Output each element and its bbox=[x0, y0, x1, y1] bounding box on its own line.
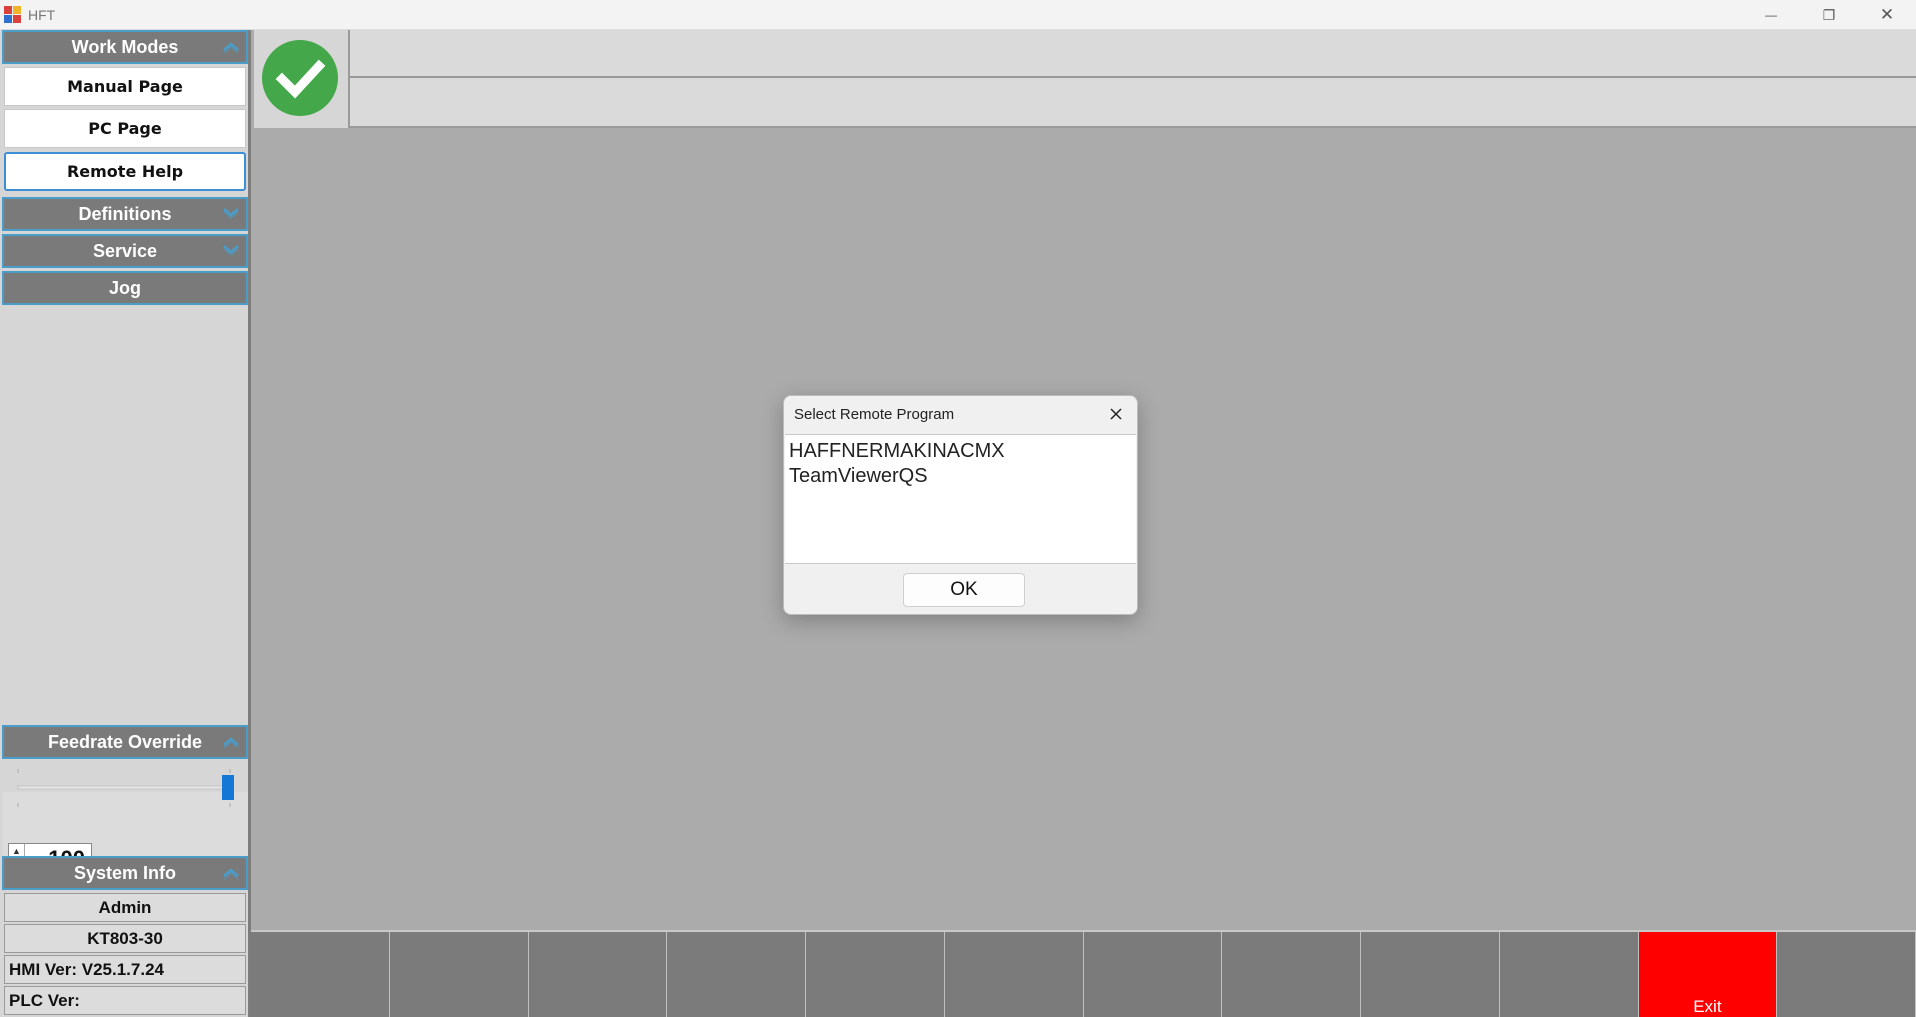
list-item[interactable]: HAFFNERMAKINACMX bbox=[789, 439, 1132, 464]
status-line-2 bbox=[350, 78, 1916, 128]
function-key-10[interactable] bbox=[1499, 932, 1639, 1017]
work-modes-header[interactable]: Work Modes bbox=[2, 30, 248, 64]
function-key-2[interactable] bbox=[389, 932, 529, 1017]
machine-status-panel bbox=[254, 30, 350, 128]
hmi-version: HMI Ver: V25.1.7.24 bbox=[4, 955, 246, 984]
definitions-label: Definitions bbox=[78, 203, 172, 224]
function-key-3[interactable] bbox=[528, 932, 668, 1017]
function-key-12[interactable] bbox=[1777, 932, 1916, 1017]
function-key-1[interactable] bbox=[251, 932, 390, 1017]
plc-version: PLC Ver: bbox=[4, 986, 246, 1015]
system-info-header[interactable]: System Info bbox=[2, 856, 248, 890]
function-key-4[interactable] bbox=[667, 932, 806, 1017]
program-list[interactable]: HAFFNERMAKINACMX TeamViewerQS bbox=[785, 434, 1136, 564]
sidebar: Work Modes Manual Page PC Page Remote He… bbox=[0, 30, 251, 1017]
window-title: HFT bbox=[28, 7, 56, 23]
function-key-label: Exit bbox=[1693, 997, 1722, 1016]
status-line-1 bbox=[350, 30, 1916, 78]
chevron-down-icon bbox=[223, 208, 239, 219]
slider-thumb[interactable] bbox=[222, 775, 234, 800]
chevron-up-icon bbox=[223, 868, 239, 880]
feedrate-override-header[interactable]: Feedrate Override bbox=[2, 725, 248, 759]
feedrate-slider[interactable] bbox=[10, 763, 240, 813]
close-icon[interactable] bbox=[1107, 405, 1125, 423]
check-icon bbox=[262, 40, 338, 116]
function-key-6[interactable] bbox=[944, 932, 1084, 1017]
function-key-8[interactable] bbox=[1222, 932, 1361, 1017]
function-key-5[interactable] bbox=[806, 932, 945, 1017]
restore-button[interactable]: ❐ bbox=[1800, 0, 1858, 30]
jog-label: Jog bbox=[108, 277, 141, 298]
close-icon: ✕ bbox=[1879, 5, 1895, 24]
definitions-header[interactable]: Definitions bbox=[2, 197, 248, 231]
system-info-label: System Info bbox=[73, 862, 177, 883]
exit-button[interactable]: Exit bbox=[1638, 932, 1778, 1017]
close-window-button[interactable]: ✕ bbox=[1858, 0, 1916, 30]
pc-page-button[interactable]: PC Page bbox=[4, 109, 246, 148]
function-key-9[interactable] bbox=[1361, 932, 1500, 1017]
chevron-up-icon bbox=[223, 42, 239, 54]
user-info: Admin bbox=[4, 893, 246, 922]
dialog-title: Select Remote Program bbox=[794, 406, 955, 423]
work-modes-label: Work Modes bbox=[71, 36, 179, 57]
list-item[interactable]: TeamViewerQS bbox=[789, 464, 1132, 489]
minimize-button[interactable]: — bbox=[1742, 0, 1800, 30]
restore-icon: ❐ bbox=[1822, 6, 1836, 23]
function-key-bar: Exit bbox=[251, 930, 1916, 1017]
title-bar: HFT — ❐ ✕ bbox=[0, 0, 1916, 30]
service-header[interactable]: Service bbox=[2, 234, 248, 268]
service-label: Service bbox=[92, 240, 158, 261]
jog-header[interactable]: Jog bbox=[2, 271, 248, 305]
minimize-icon: — bbox=[1765, 8, 1777, 22]
remote-help-button[interactable]: Remote Help bbox=[4, 152, 246, 191]
select-remote-program-dialog: Select Remote Program HAFFNERMAKINACMX T… bbox=[783, 395, 1138, 615]
chevron-up-icon bbox=[223, 737, 239, 749]
chevron-down-icon bbox=[223, 245, 239, 256]
machine-info: KT803-30 bbox=[4, 924, 246, 953]
manual-page-button[interactable]: Manual Page bbox=[4, 67, 246, 106]
ok-button[interactable]: OK bbox=[903, 573, 1025, 607]
app-icon bbox=[4, 6, 22, 24]
function-key-7[interactable] bbox=[1083, 932, 1223, 1017]
feedrate-override-label: Feedrate Override bbox=[47, 731, 203, 752]
